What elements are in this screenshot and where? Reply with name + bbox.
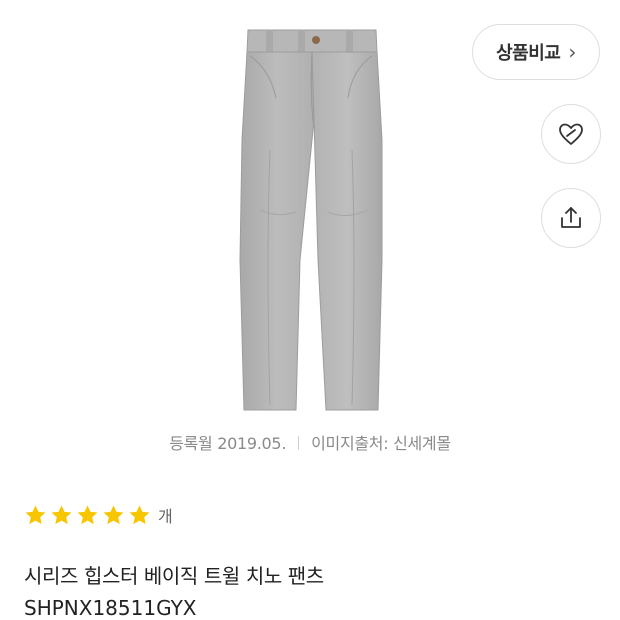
rating-row[interactable]: 개 bbox=[24, 502, 173, 528]
wishlist-button[interactable] bbox=[541, 104, 601, 164]
star-icon bbox=[129, 504, 150, 524]
star-icon bbox=[51, 504, 72, 524]
product-title: 시리즈 힙스터 베이직 트윌 치노 팬츠 bbox=[24, 564, 324, 588]
compare-button[interactable]: 상품비교 › bbox=[472, 24, 600, 80]
image-source: 이미지출처: 신세계몰 bbox=[311, 434, 451, 453]
product-image[interactable] bbox=[200, 0, 420, 420]
review-count: 개 bbox=[158, 507, 173, 526]
heart-tag-icon bbox=[559, 123, 583, 145]
registered-date: 등록월 2019.05. bbox=[169, 434, 287, 453]
chevron-right-icon: › bbox=[568, 40, 576, 64]
share-icon bbox=[561, 207, 581, 228]
star-icon bbox=[77, 504, 98, 524]
star-icon bbox=[25, 504, 46, 524]
compare-label: 상품비교 bbox=[496, 43, 561, 64]
product-meta: 등록월 2019.05. 이미지출처: 신세계몰 bbox=[0, 430, 620, 454]
product-model-number: SHPNX18511GYX bbox=[24, 596, 197, 620]
star-icon bbox=[103, 504, 124, 524]
meta-divider bbox=[298, 436, 300, 450]
share-button[interactable] bbox=[541, 188, 601, 248]
